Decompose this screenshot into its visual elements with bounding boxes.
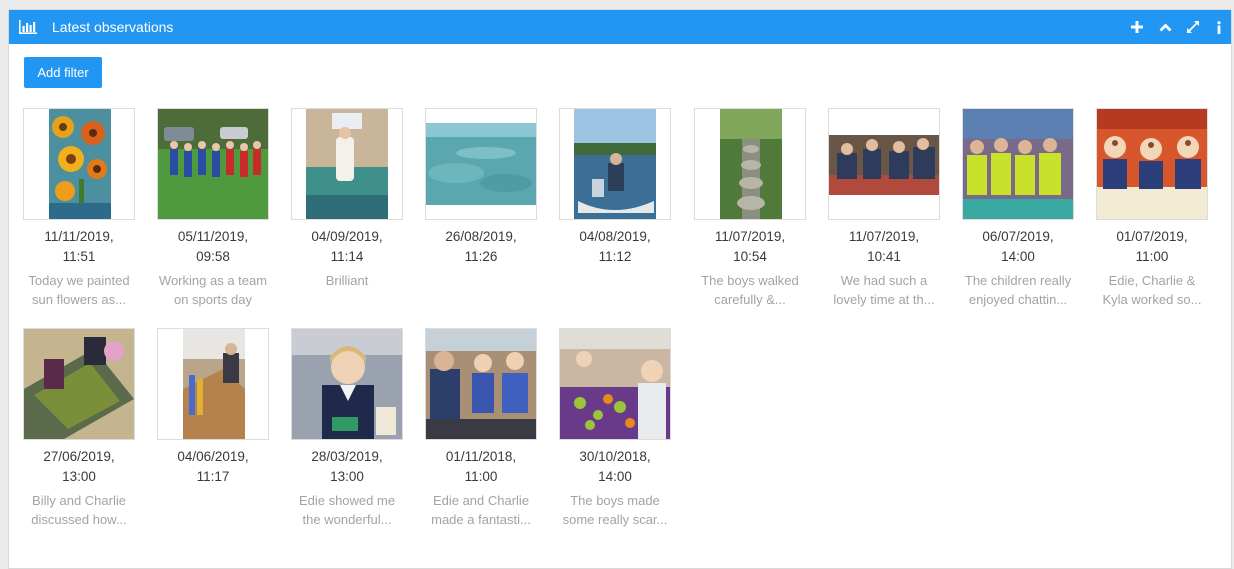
observation-time: 10:41 (867, 249, 901, 264)
observation-time: 13:00 (330, 469, 364, 484)
observation-date: 04/06/2019, (177, 449, 249, 464)
child-with-blocks-photo (183, 329, 245, 439)
observation-thumbnail (559, 108, 671, 220)
children-masks-photo (1097, 109, 1207, 219)
observation-thumbnail (291, 108, 403, 220)
play-mat-photo (24, 329, 134, 439)
observation-card[interactable]: 04/09/2019, 11:14 Brilliant (280, 108, 414, 290)
observation-time: 14:00 (1001, 249, 1035, 264)
observation-caption: Working as a team on sports day (158, 273, 268, 307)
expand-icon (1187, 21, 1199, 33)
observation-thumbnail (157, 328, 269, 440)
widget-header: Latest observations (9, 10, 1231, 44)
observation-caption: The boys walked carefully &... (701, 273, 799, 307)
children-hi-vis-photo (963, 109, 1073, 219)
observation-thumbnail (425, 108, 537, 220)
sports-day-team-photo (158, 109, 268, 219)
children-adult-photo (426, 329, 536, 439)
observation-date: 05/11/2019, (177, 229, 249, 244)
observation-thumbnail (157, 108, 269, 220)
observation-card[interactable]: 05/11/2019, 09:58 Working as a team on sp… (146, 108, 280, 309)
collapse-button[interactable] (1151, 10, 1179, 44)
observation-card[interactable]: 28/03/2019, 13:00 Edie showed me the wond… (280, 328, 414, 529)
widget-tools (1123, 10, 1231, 44)
observation-caption: Edie, Charlie & Kyla worked so... (1102, 273, 1202, 307)
observation-thumbnail (559, 328, 671, 440)
latest-observations-widget: Latest observations Add filter 11/11/201… (8, 9, 1232, 569)
observation-card[interactable]: 01/11/2018, 11:00 Edie and Charlie made a… (414, 328, 548, 529)
add-filter-button[interactable]: Add filter (24, 57, 102, 88)
observation-date: 11/07/2019, (848, 229, 920, 244)
sunflower-painting-photo (49, 109, 111, 219)
observation-time: 11:51 (62, 249, 96, 264)
observation-time: 10:54 (733, 249, 767, 264)
observation-caption: Brilliant (325, 273, 369, 288)
observation-caption: The boys made some really scar... (562, 493, 668, 527)
observation-time: 11:14 (330, 249, 364, 264)
observation-caption: We had such a lovely time at th... (833, 273, 935, 307)
observation-date: 11/11/2019, (44, 229, 114, 244)
observation-time: 11:17 (196, 469, 230, 484)
observation-caption: Today we painted sun flowers as... (28, 273, 130, 307)
info-icon (1217, 20, 1221, 34)
observation-caption: Edie showed me the wonderful... (298, 493, 396, 527)
observation-thumbnail (828, 108, 940, 220)
observation-thumbnail (1096, 108, 1208, 220)
observation-date: 27/06/2019, (43, 449, 115, 464)
observation-thumbnail (425, 328, 537, 440)
observation-card[interactable]: 11/07/2019, 10:54 The boys walked careful… (683, 108, 817, 309)
observation-caption (548, 271, 682, 290)
stepping-stones-photo (720, 109, 782, 219)
observation-card[interactable]: 11/07/2019, 10:41 We had such a lovely ti… (817, 108, 951, 309)
observation-card[interactable]: 06/07/2019, 14:00 The children really enj… (951, 108, 1085, 309)
observation-card[interactable]: 01/07/2019, 11:00 Edie, Charlie & Kyla wo… (1085, 108, 1219, 309)
observation-thumbnail (23, 328, 135, 440)
observation-card[interactable]: 04/08/2019, 11:12 (548, 108, 682, 290)
observation-card[interactable]: 26/08/2019, 11:26 (414, 108, 548, 290)
widget-title: Latest observations (52, 19, 174, 35)
add-button[interactable] (1123, 10, 1151, 44)
pumpkin-craft-photo (560, 329, 670, 439)
observation-card[interactable]: 04/06/2019, 11:17 (146, 328, 280, 510)
observation-time: 11:26 (464, 249, 498, 264)
observation-caption (414, 271, 548, 290)
observation-date: 28/03/2019, (311, 449, 383, 464)
bar-chart-icon (19, 20, 37, 34)
child-in-bedroom-photo (306, 109, 388, 219)
observation-caption: The children really enjoyed chattin... (964, 273, 1072, 307)
observation-time: 11:00 (1135, 249, 1169, 264)
observation-caption (146, 491, 280, 510)
observation-thumbnail (694, 108, 806, 220)
observation-date: 01/11/2018, (445, 449, 517, 464)
observation-date: 04/09/2019, (311, 229, 383, 244)
observation-time: 11:12 (598, 249, 632, 264)
observation-thumbnail (23, 108, 135, 220)
observation-time: 13:00 (62, 469, 96, 484)
boat-on-lake-photo (574, 109, 656, 219)
plus-icon (1131, 21, 1143, 33)
observation-date: 01/07/2019, (1116, 229, 1188, 244)
observation-date: 30/10/2018, (579, 449, 651, 464)
observation-date: 26/08/2019, (445, 229, 517, 244)
children-at-table-photo (829, 135, 939, 195)
observation-date: 06/07/2019, (982, 229, 1054, 244)
observation-date: 04/08/2019, (579, 229, 651, 244)
chevron-up-icon (1159, 23, 1171, 31)
observation-caption: Billy and Charlie discussed how... (31, 493, 127, 527)
observation-card[interactable]: 11/11/2019, 11:51 Today we painted sun fl… (12, 108, 146, 309)
girl-uniform-photo (292, 329, 402, 439)
observation-date: 11/07/2019, (714, 229, 786, 244)
observation-thumbnail (291, 328, 403, 440)
underwater-sea-photo (426, 123, 536, 205)
observation-thumbnail (962, 108, 1074, 220)
info-button[interactable] (1207, 10, 1231, 44)
observation-card[interactable]: 27/06/2019, 13:00 Billy and Charlie discu… (12, 328, 146, 529)
observation-time: 09:58 (196, 249, 230, 264)
observation-card[interactable]: 30/10/2018, 14:00 The boys made some real… (548, 328, 682, 529)
observation-time: 14:00 (598, 469, 632, 484)
observation-time: 11:00 (464, 469, 498, 484)
expand-button[interactable] (1179, 10, 1207, 44)
observation-caption: Edie and Charlie made a fantasti... (431, 493, 531, 527)
